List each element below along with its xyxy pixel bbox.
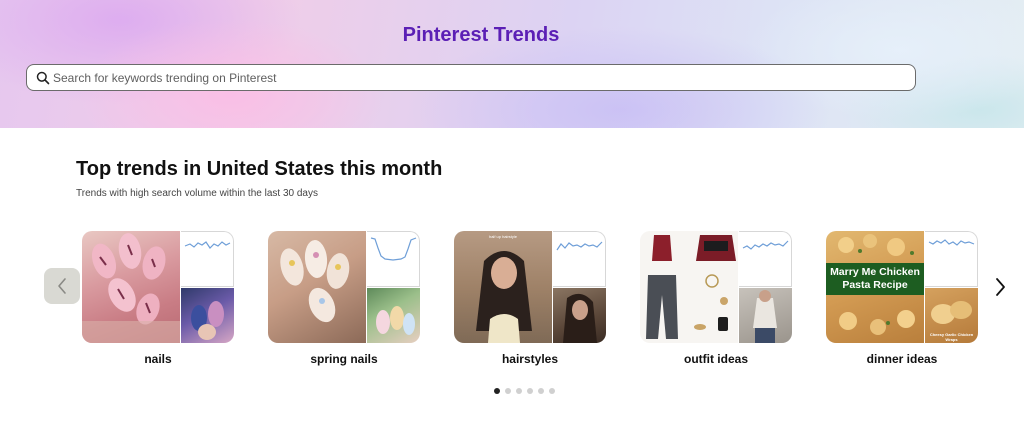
trend-sparkline [367,231,420,287]
trend-thumbnail: Cheesy Garlic Chicken Wraps [925,288,978,343]
carousel-prev-button[interactable] [44,268,80,304]
trend-sparkline [739,231,792,287]
image-overlay-text: Marry Me Chicken Pasta Recipe [830,266,920,291]
trend-main-image: Marry Me Chicken Pasta Recipe [826,231,924,343]
trend-main-image [268,231,366,343]
trend-tile[interactable] [268,231,420,343]
trend-main-image [640,231,738,343]
pagination-dot[interactable] [505,388,511,394]
trend-thumbnail [367,288,420,343]
page-title: Pinterest Trends [402,24,560,46]
trend-tile[interactable]: Marry Me Chicken Pasta Recipe Cheesy Gar… [826,231,978,343]
section-subtitle: Trends with high search volume within th… [76,188,318,199]
pagination-dot[interactable] [527,388,533,394]
trend-card[interactable]: half up hairstyle hairstyles [454,231,606,366]
trend-label: outfit ideas [683,352,748,366]
search-input[interactable] [53,66,903,89]
trend-label: hairstyles [501,352,559,366]
trend-tile[interactable] [82,231,234,343]
trend-label: dinner ideas [866,352,938,366]
chevron-right-icon [996,278,1005,296]
trend-sparkline [181,231,234,287]
image-caption: Cheesy Garlic Chicken Wraps [929,332,974,342]
image-caption: half up hairstyle [488,234,517,239]
pagination-dot[interactable] [538,388,544,394]
search-icon [36,71,50,85]
trend-thumbnail [553,288,606,343]
trend-thumbnail [739,288,792,343]
trend-main-image: half up hairstyle [454,231,552,343]
trend-card[interactable]: Marry Me Chicken Pasta Recipe Cheesy Gar… [826,231,978,366]
trend-label: nails [144,352,172,366]
trend-thumbnail [181,288,234,343]
pagination-dot[interactable] [516,388,522,394]
trend-label: spring nails [310,352,378,366]
trend-card[interactable]: nails [82,231,234,366]
pagination-dot[interactable] [549,388,555,394]
trend-main-image [82,231,180,343]
section-title: Top trends in United States this month [76,158,443,180]
trend-tile[interactable]: half up hairstyle [454,231,606,343]
trend-tile[interactable] [640,231,792,343]
trend-sparkline [925,231,978,287]
hero-banner: Pinterest Trends [0,0,1024,128]
pagination-dot-active[interactable] [494,388,500,394]
trend-card[interactable]: outfit ideas [640,231,792,366]
chevron-left-icon [58,278,66,294]
trend-card[interactable]: spring nails [268,231,420,366]
carousel-next-button[interactable] [990,276,1010,298]
search-bar[interactable] [26,64,916,91]
trend-sparkline [553,231,606,287]
